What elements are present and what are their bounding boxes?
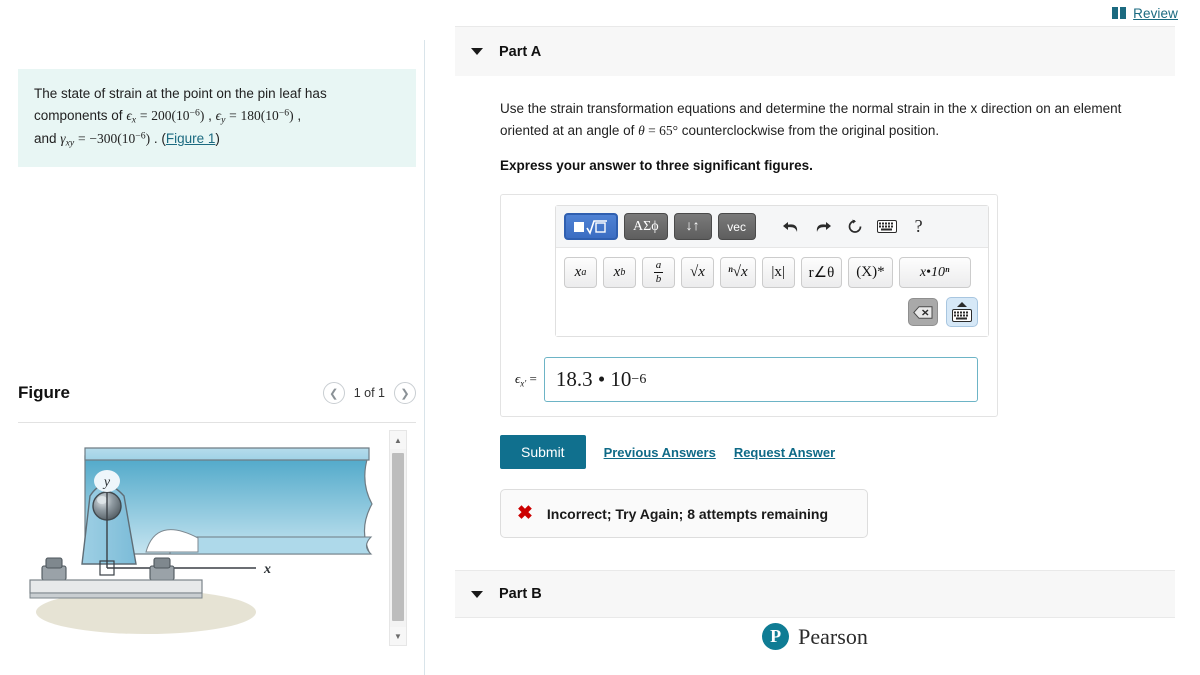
action-row: Submit Previous Answers Request Answer xyxy=(500,435,1157,470)
fraction-button[interactable]: ab xyxy=(642,257,675,289)
redo-icon[interactable] xyxy=(810,215,836,239)
chevron-left-icon[interactable]: ❮ xyxy=(322,382,345,404)
review-link[interactable]: Review xyxy=(1112,6,1178,21)
problem-page: Review The state of strain at the point … xyxy=(0,0,1200,675)
fraction-denominator: b xyxy=(655,273,662,286)
figure-viewport[interactable]: y x xyxy=(18,430,416,646)
keyboard-icon[interactable] xyxy=(874,215,900,239)
help-icon[interactable]: ? xyxy=(906,215,932,239)
gamma-value: −300(10 xyxy=(89,131,136,147)
gamma-exponent: −6 xyxy=(135,130,146,142)
book-icon xyxy=(1112,7,1127,19)
angle-value: 65° xyxy=(659,122,679,138)
answer-label: ϵx′ = xyxy=(515,371,537,389)
part-a-header[interactable]: Part A xyxy=(455,26,1175,76)
previous-answers-link[interactable]: Previous Answers xyxy=(604,445,716,460)
greek-symbols-button[interactable]: ΑΣϕ xyxy=(624,213,668,241)
nth-root-button[interactable]: ⁿ√x xyxy=(720,257,756,289)
x-mark-icon: ✖ xyxy=(517,503,533,525)
math-toolbar-row-3 xyxy=(556,297,988,337)
part-a-title: Part A xyxy=(499,43,542,60)
figure-divider xyxy=(18,422,416,423)
epsilon-x-value: 200(10 xyxy=(151,107,190,123)
polar-button[interactable]: r∠θ xyxy=(800,257,843,289)
statement-line-1: The state of strain at the point on the … xyxy=(34,86,327,101)
triangle-down-icon[interactable]: ▼ xyxy=(390,627,406,645)
math-toolbar-row-2: xa xb ab √x ⁿ√x |x| r∠θ (X)* x•10ⁿ xyxy=(556,248,988,298)
math-toolbar: ΑΣϕ ↓↑ vec ? x a x b a b √x ⁿ√x |x| r∠θ … xyxy=(555,205,989,338)
theta-symbol: θ xyxy=(638,122,645,138)
figure-y-axis-label: y xyxy=(102,475,111,490)
answer-label-subscript: x′ xyxy=(520,378,527,389)
epsilon-y-value: 180(10 xyxy=(240,107,279,123)
problem-statement: The state of strain at the point on the … xyxy=(18,69,416,168)
chevron-right-icon[interactable]: ❯ xyxy=(394,382,416,404)
figure-1-link[interactable]: Figure 1 xyxy=(166,131,216,146)
answer-label-equals: = xyxy=(529,370,537,386)
left-panel: The state of strain at the point on the … xyxy=(0,26,425,675)
arrows-button[interactable]: ↓↑ xyxy=(673,213,712,241)
subscript-button[interactable]: xb xyxy=(603,257,636,289)
conjugate-button[interactable]: (X)* xyxy=(848,257,893,289)
feedback-banner: ✖ Incorrect; Try Again; 8 attempts remai… xyxy=(500,489,868,539)
equals-sign: = xyxy=(644,122,660,138)
caret-down-icon[interactable] xyxy=(471,590,483,598)
right-panel: Part A Use the strain transformation equ… xyxy=(455,26,1175,619)
figure-title: Figure xyxy=(18,383,70,402)
column-divider xyxy=(424,40,425,675)
absolute-value-button[interactable]: |x| xyxy=(761,257,795,289)
epsilon-y-subscript: y xyxy=(221,114,226,126)
statement-line-2-prefix: components of xyxy=(34,107,127,123)
answer-instruction: Express your answer to three significant… xyxy=(500,158,813,174)
epsilon-y-exponent: −6 xyxy=(278,107,290,119)
question-line-2-post: counterclockwise from the original posit… xyxy=(678,122,940,138)
answer-value-exponent: −6 xyxy=(631,371,647,387)
part-b-title: Part B xyxy=(499,586,542,603)
answer-value-mantissa: 18.3 • 10 xyxy=(555,367,632,392)
pearson-mark-icon: P xyxy=(762,623,790,650)
review-label: Review xyxy=(1133,5,1178,21)
figure-x-axis-label: x xyxy=(263,562,271,577)
keyboard-toggle-icon[interactable] xyxy=(946,297,978,328)
part-b-header[interactable]: Part B xyxy=(455,570,1175,619)
math-toolbar-row-1: ΑΣϕ ↓↑ vec ? xyxy=(556,206,988,249)
vector-button[interactable]: vec xyxy=(717,213,756,241)
question-line-2-prefix: oriented at an angle of xyxy=(500,122,639,138)
figure-scrollbar[interactable]: ▲ ▼ xyxy=(389,430,407,646)
square-root-button[interactable]: √x xyxy=(681,257,714,289)
pin-leaf-figure: y x xyxy=(29,447,373,634)
backspace-icon[interactable] xyxy=(908,298,938,327)
caret-down-icon[interactable] xyxy=(471,48,483,55)
template-palette-button[interactable] xyxy=(564,213,618,241)
triangle-up-icon[interactable]: ▲ xyxy=(390,431,406,449)
superscript-button[interactable]: xa xyxy=(564,257,597,289)
scrollbar-thumb[interactable] xyxy=(392,453,404,621)
part-a-body: Use the strain transformation equations … xyxy=(455,76,1175,539)
epsilon-x-subscript: x xyxy=(131,114,137,126)
feedback-text: Incorrect; Try Again; 8 attempts remaini… xyxy=(546,505,829,522)
question-line-1: Use the strain transformation equations … xyxy=(500,101,1122,116)
gamma-subscript: xy xyxy=(65,137,75,149)
answer-row: ϵx′ = 18.3 • 10 −6 xyxy=(511,357,987,403)
epsilon-x-exponent: −6 xyxy=(189,107,200,119)
fraction-numerator: a xyxy=(653,259,664,274)
answer-card: ΑΣϕ ↓↑ vec ? x a x b a b √x ⁿ√x |x| r∠θ … xyxy=(500,194,998,418)
reset-icon[interactable] xyxy=(842,215,868,239)
top-bar: Review xyxy=(0,0,1200,26)
figure-page-indicator: 1 of 1 xyxy=(353,386,385,400)
figure-pager: ❮ 1 of 1 ❯ xyxy=(322,382,416,404)
scientific-notation-button[interactable]: x•10ⁿ xyxy=(898,257,971,289)
pearson-logo: P Pearson xyxy=(455,623,1175,650)
figure-header: Figure ❮ 1 of 1 ❯ xyxy=(18,371,416,415)
statement-and-word: and xyxy=(34,131,61,147)
submit-button[interactable]: Submit xyxy=(500,435,586,470)
pearson-brand-name: Pearson xyxy=(798,623,868,649)
request-answer-link[interactable]: Request Answer xyxy=(734,445,835,460)
undo-icon[interactable] xyxy=(778,215,804,239)
answer-input[interactable]: 18.3 • 10 −6 xyxy=(543,357,978,403)
question-text: Use the strain transformation equations … xyxy=(500,98,1157,141)
